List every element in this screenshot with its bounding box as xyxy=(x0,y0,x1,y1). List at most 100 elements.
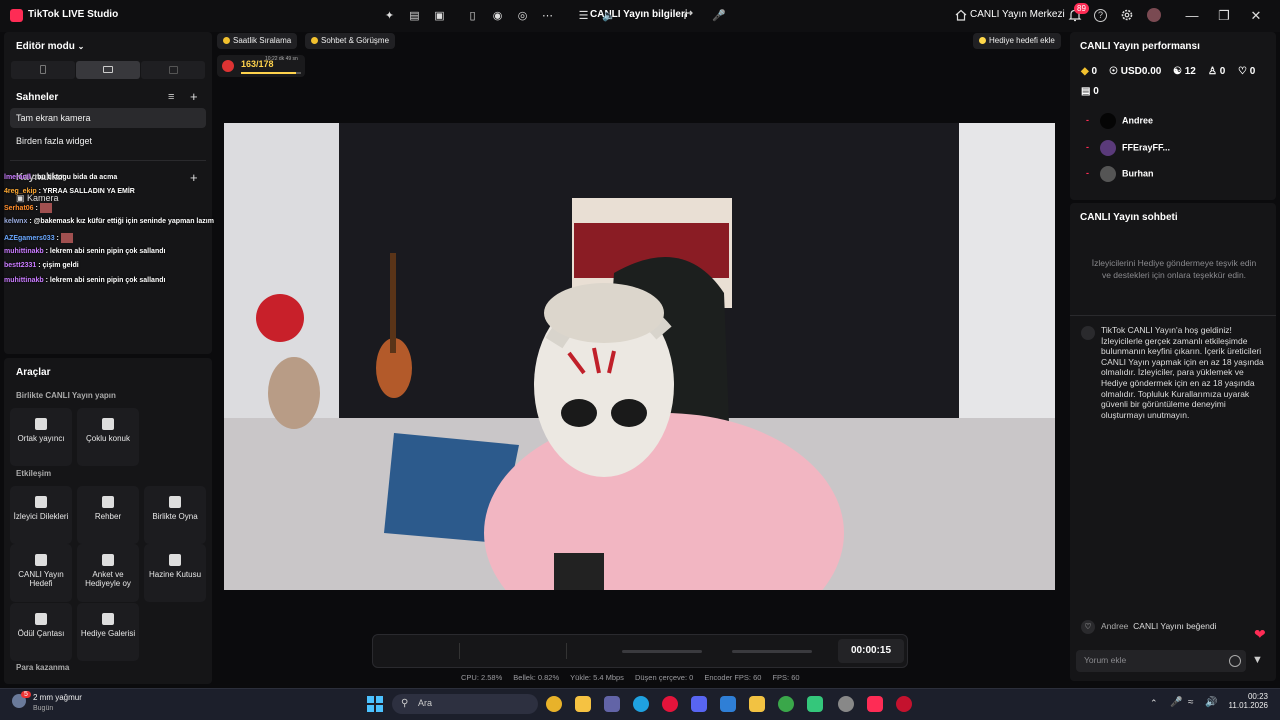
tiktok-studio-icon[interactable] xyxy=(867,696,883,712)
tiktok-logo-icon xyxy=(10,9,23,22)
viewers-stat: ☯ 12 xyxy=(1173,66,1196,77)
windows-start-icon[interactable] xyxy=(367,696,383,712)
poll-icon xyxy=(102,554,114,566)
chat-overlay-line: AZEgamers033 : xyxy=(4,233,73,243)
treasure-icon xyxy=(169,554,181,566)
viewer-row[interactable]: - FFErayFF... xyxy=(1086,140,1170,160)
strawberry-icon xyxy=(222,60,234,72)
emoji-icon[interactable] xyxy=(1229,655,1241,667)
record-icon[interactable]: ◉ xyxy=(491,10,504,23)
opera-icon[interactable] xyxy=(662,696,678,712)
minimize-button[interactable]: — xyxy=(1182,6,1202,26)
medal-icon xyxy=(223,37,230,44)
tool-multiguest[interactable]: Çoklu konuk xyxy=(77,408,139,466)
scene-item-fullscreen[interactable]: Tam ekran kamera xyxy=(10,108,206,128)
more-icon[interactable]: ⋯ xyxy=(541,10,554,23)
maximize-button[interactable]: ❐ xyxy=(1214,6,1234,26)
score-bar xyxy=(241,72,301,74)
engagement-section: Etkileşim xyxy=(16,469,52,478)
live-timer: 00:00:15 xyxy=(838,639,904,663)
divider xyxy=(566,643,567,659)
gift-goal-button[interactable]: Hediye hedefi ekle xyxy=(973,33,1061,49)
collab-section: Birlikte CANLI Yayın yapın xyxy=(16,391,116,400)
media-player-icon[interactable] xyxy=(896,696,912,712)
app-icon[interactable] xyxy=(807,696,823,712)
list-icon[interactable]: ≡ xyxy=(168,91,174,103)
tool-cohost[interactable]: Ortak yayıncı xyxy=(10,408,72,466)
viewer-row[interactable]: - Andree xyxy=(1086,113,1153,133)
usd-stat: ☉ USD0.00 xyxy=(1109,66,1162,77)
app-title: TikTok LIVE Studio xyxy=(28,9,119,20)
mail-icon[interactable] xyxy=(720,696,736,712)
discord-icon[interactable] xyxy=(691,696,707,712)
live-center-link[interactable]: CANLI Yayın Merkezi xyxy=(970,9,1065,20)
wifi-icon[interactable]: ≈ xyxy=(1188,697,1194,708)
magic-wand-icon[interactable]: ✦ xyxy=(383,10,396,23)
tool-treasure-box[interactable]: Hazine Kutusu xyxy=(144,544,206,602)
comment-input[interactable]: Yorum ekle xyxy=(1076,650,1246,672)
hourly-ranking-pill[interactable]: Saatlik Sıralama xyxy=(217,33,298,49)
chrome-icon[interactable] xyxy=(546,696,562,712)
encoder-fps-stat: Encoder FPS: 60 xyxy=(704,673,762,682)
volume-icon[interactable]: 🔊 xyxy=(1205,697,1217,708)
help-icon[interactable]: ? xyxy=(1094,9,1107,22)
translate-icon[interactable]: ▤ xyxy=(408,10,421,23)
mic-tray-icon[interactable]: 🎤 xyxy=(1170,697,1182,708)
close-button[interactable]: ✕ xyxy=(1246,6,1266,26)
chat-overlay-line: lmeranll : bu tiktogu bida da acma xyxy=(4,174,118,181)
edge-icon[interactable] xyxy=(633,696,649,712)
obs-icon[interactable] xyxy=(838,696,854,712)
perf-title: CANLI Yayın performansı xyxy=(1080,41,1200,52)
sliders-icon[interactable]: ☰ xyxy=(577,10,590,23)
tool-live-goal[interactable]: CANLI Yayın Hedefi xyxy=(10,544,72,602)
capture-icon[interactable]: ◎ xyxy=(516,10,529,23)
fps-stat: FPS: 60 xyxy=(772,673,800,682)
tool-poll[interactable]: Anket ve Hediyeyle oy xyxy=(77,544,139,602)
gear-icon[interactable] xyxy=(1120,8,1134,22)
chat-call-pill[interactable]: Sohbet & Görüşme xyxy=(305,33,396,49)
scene-item-widgets[interactable]: Birden fazla widget xyxy=(10,131,206,151)
multi-mode-button[interactable] xyxy=(141,61,205,79)
explorer-icon[interactable] xyxy=(575,696,591,712)
landscape-mode-button[interactable] xyxy=(76,61,140,79)
weather-sub: Bugün xyxy=(33,705,54,712)
profile-avatar[interactable] xyxy=(1147,8,1161,22)
teams-icon[interactable] xyxy=(604,696,620,712)
tool-play-together[interactable]: Birlikte Oyna xyxy=(144,486,206,544)
tool-reward-bag[interactable]: Ödül Çantası xyxy=(10,603,72,661)
speaker-icon[interactable]: 🔈 xyxy=(602,10,616,23)
chat-icon xyxy=(311,37,318,44)
tray-chevron-icon[interactable]: ⌃ xyxy=(1150,698,1158,709)
tool-gift-gallery[interactable]: Hediye Galerisi xyxy=(77,603,139,661)
score-time: 10:22 dk 49 sn xyxy=(265,56,298,62)
notification-badge: 89 xyxy=(1074,3,1089,14)
weather-badge: 5 xyxy=(21,691,31,698)
add-scene-icon[interactable]: + xyxy=(190,89,198,104)
editor-mode-dropdown[interactable]: Editör modu ⌄ xyxy=(16,41,84,52)
share-icon[interactable] xyxy=(683,9,695,21)
chrome-profile-icon[interactable] xyxy=(778,696,794,712)
weather-text: 2 mm yağmur xyxy=(33,693,82,702)
phone-icon[interactable]: ▯ xyxy=(466,10,479,23)
home-icon[interactable] xyxy=(955,9,967,21)
dropped-frames-stat: Düşen çerçeve: 0 xyxy=(634,673,694,682)
folder-icon[interactable] xyxy=(749,696,765,712)
like-event: ♡ Andree CANLI Yayını beğendi xyxy=(1081,620,1216,634)
tool-guide[interactable]: Rehber xyxy=(77,486,139,544)
viewer-row[interactable]: - Burhan xyxy=(1086,166,1154,186)
person-add-icon: ♙ xyxy=(1208,66,1217,77)
avatar xyxy=(1100,166,1116,182)
microphone-icon[interactable]: 🎤 xyxy=(712,10,726,23)
clock[interactable]: 00:23 11.01.2026 xyxy=(1220,692,1268,710)
add-source-icon[interactable]: + xyxy=(190,170,198,185)
portrait-mode-button[interactable] xyxy=(11,61,75,79)
screen-add-icon[interactable]: ▣ xyxy=(433,10,446,23)
divider xyxy=(459,643,460,659)
tool-viewer-wishes[interactable]: İzleyici Dilekleri xyxy=(10,486,72,544)
volume-slider[interactable] xyxy=(622,650,702,653)
mic-slider[interactable] xyxy=(732,650,812,653)
taskbar-search[interactable]: Ara xyxy=(392,694,538,714)
chat-overlay-line: bestt2331 : çişim geldi xyxy=(4,262,79,269)
filter-icon[interactable]: ▼ xyxy=(1252,654,1263,666)
chat-overlay-line: kelwnx : @bakemask kız küfür ettiği için… xyxy=(4,218,214,225)
